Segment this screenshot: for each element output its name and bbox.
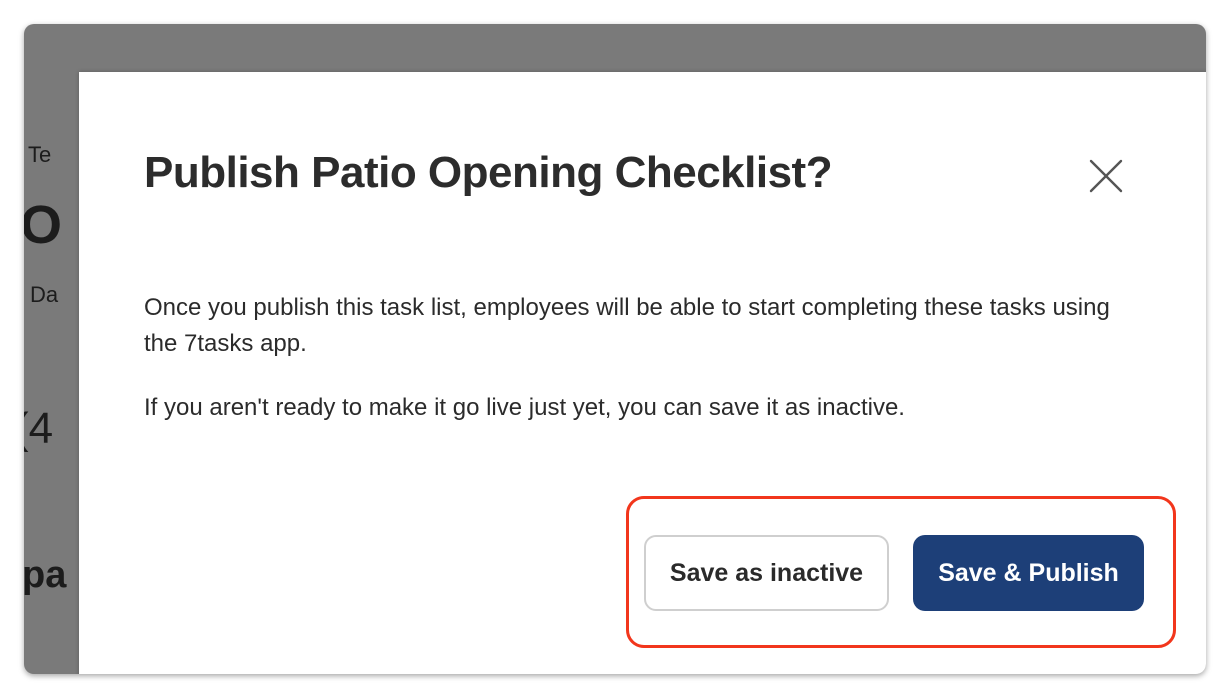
- background-text-fragment: Da: [30, 282, 59, 307]
- dialog-body: Once you publish this task list, employe…: [144, 290, 1134, 426]
- dialog-description: Once you publish this task list, employe…: [144, 294, 1110, 357]
- publish-dialog: Publish Patio Opening Checklist? Once yo…: [79, 72, 1206, 674]
- close-button[interactable]: [1082, 152, 1130, 200]
- save-as-inactive-button[interactable]: Save as inactive: [644, 535, 889, 611]
- dialog-title: Publish Patio Opening Checklist?: [144, 148, 833, 197]
- dialog-hint: If you aren't ready to make it go live j…: [144, 394, 905, 421]
- background-text-fragment: Te: [28, 142, 52, 167]
- close-icon: [1089, 159, 1123, 193]
- background-heading-fragment: pa: [24, 554, 67, 596]
- background-count-fragment: (4: [24, 404, 54, 453]
- save-and-publish-button[interactable]: Save & Publish: [913, 535, 1144, 611]
- app-window: Te O Da (4 pa Publish Patio Opening Chec…: [24, 24, 1206, 674]
- background-heading-fragment: O: [24, 195, 63, 255]
